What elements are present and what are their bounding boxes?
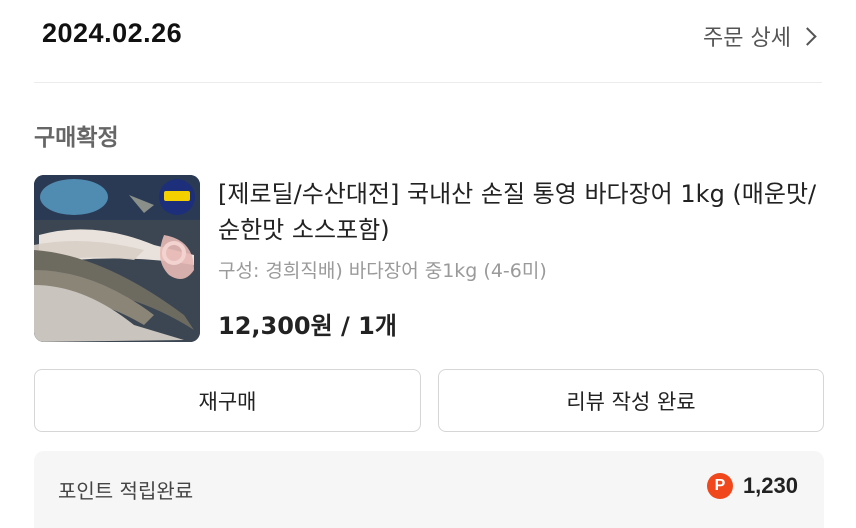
points-value: P 1,230 (706, 473, 798, 499)
point-badge-icon: P (706, 473, 733, 499)
order-date: 2024.02.26 (42, 18, 183, 48)
product-thumbnail[interactable] (34, 175, 200, 342)
points-amount: 1,230 (742, 473, 798, 498)
order-header: 2024.02.26 주문 상세 (34, 0, 822, 83)
review-complete-button[interactable]: 리뷰 작성 완료 (438, 369, 824, 432)
points-label: 포인트 적립완료 (58, 479, 194, 503)
product-price: 12,300원 / 1개 (218, 312, 397, 340)
order-detail-link[interactable]: 주문 상세 (703, 20, 820, 52)
product-title[interactable]: [제로딜/수산대전] 국내산 손질 통영 바다장어 1kg (매운맛/순한맛 소… (218, 176, 828, 248)
eel-product-photo-icon (34, 175, 200, 342)
chevron-right-icon (798, 26, 817, 46)
order-detail-label: 주문 상세 (703, 26, 791, 51)
order-status: 구매확정 (34, 125, 119, 151)
points-panel: 포인트 적립완료 P 1,230 (34, 451, 824, 528)
rebuy-button[interactable]: 재구매 (34, 369, 421, 432)
product-option: 구성: 경희직배) 바다장어 중1kg (4-6미) (218, 260, 547, 282)
